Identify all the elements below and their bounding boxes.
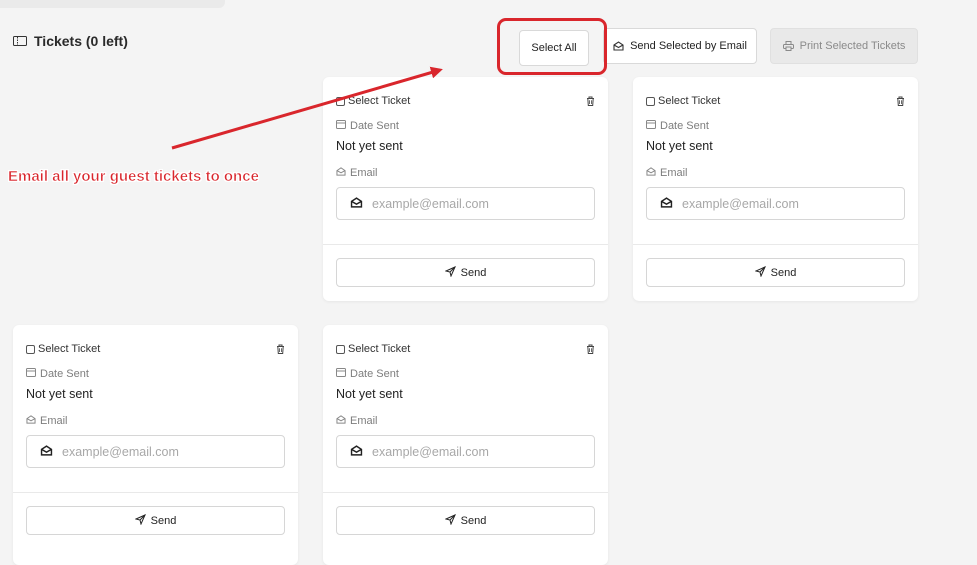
annotation-arrow bbox=[171, 66, 443, 150]
annotation-caption: Email all your guest tickets to once bbox=[8, 168, 259, 186]
